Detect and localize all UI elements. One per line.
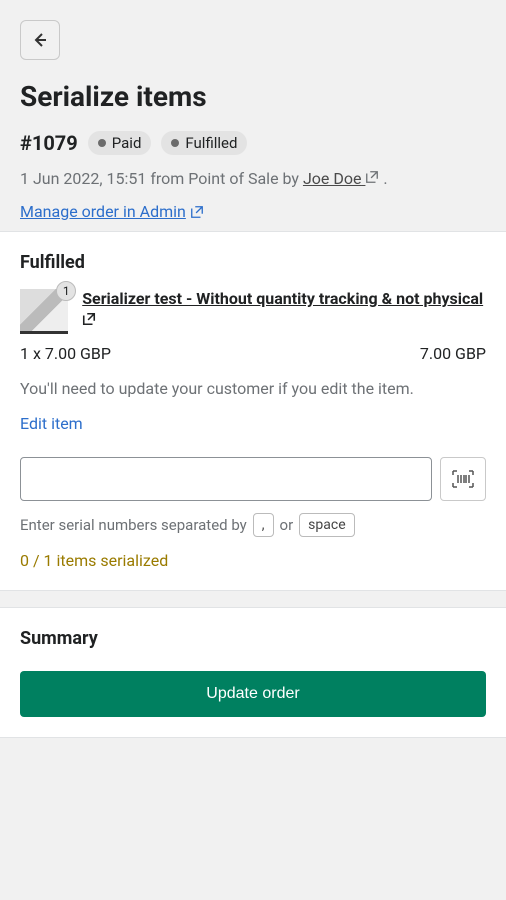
space-key: space xyxy=(299,513,354,537)
paid-badge: Paid xyxy=(88,131,152,155)
item-name-link[interactable]: Serializer test - Without quantity track… xyxy=(82,289,483,327)
barcode-icon xyxy=(452,470,474,488)
summary-card: Summary Update order xyxy=(0,607,506,738)
status-dot-icon xyxy=(98,139,106,147)
fulfilled-card: Fulfilled 1 Serializer test - Without qu… xyxy=(0,231,506,591)
meta-prefix: 1 Jun 2022, 15:51 from Point of Sale by xyxy=(20,169,303,188)
external-link-icon xyxy=(82,312,96,326)
scan-barcode-button[interactable] xyxy=(440,457,486,501)
fulfilled-title: Fulfilled xyxy=(20,252,486,273)
page-title: Serialize items xyxy=(20,80,486,113)
status-dot-icon xyxy=(171,139,179,147)
hint-or: or xyxy=(280,516,294,534)
serial-input[interactable] xyxy=(20,457,432,501)
external-link-icon xyxy=(365,170,379,184)
hint-prefix: Enter serial numbers separated by xyxy=(20,516,247,534)
item-qty-price: 1 x 7.00 GBP xyxy=(20,344,111,363)
manage-order-link[interactable]: Manage order in Admin xyxy=(20,202,204,221)
item-total: 7.00 GBP xyxy=(420,344,486,363)
comma-key: , xyxy=(253,513,274,537)
serial-hint: Enter serial numbers separated by , or s… xyxy=(20,513,486,537)
paid-badge-label: Paid xyxy=(112,134,142,152)
summary-title: Summary xyxy=(20,628,486,649)
external-link-icon xyxy=(190,205,204,219)
update-order-button[interactable]: Update order xyxy=(20,671,486,717)
order-number: #1079 xyxy=(20,131,78,155)
item-thumbnail: 1 xyxy=(20,289,68,334)
serialized-status: 0 / 1 items serialized xyxy=(20,551,486,570)
edit-warning: You'll need to update your customer if y… xyxy=(20,379,486,398)
item-qty-badge: 1 xyxy=(56,281,76,301)
manage-order-label: Manage order in Admin xyxy=(20,202,186,221)
fulfilled-badge-label: Fulfilled xyxy=(185,134,237,152)
arrow-left-icon xyxy=(30,30,50,50)
meta-suffix: . xyxy=(379,169,387,188)
order-meta: 1 Jun 2022, 15:51 from Point of Sale by … xyxy=(20,169,486,188)
back-button[interactable] xyxy=(20,20,60,60)
fulfilled-badge: Fulfilled xyxy=(161,131,247,155)
edit-item-link[interactable]: Edit item xyxy=(20,414,83,433)
author-link[interactable]: Joe Doe xyxy=(303,169,379,188)
